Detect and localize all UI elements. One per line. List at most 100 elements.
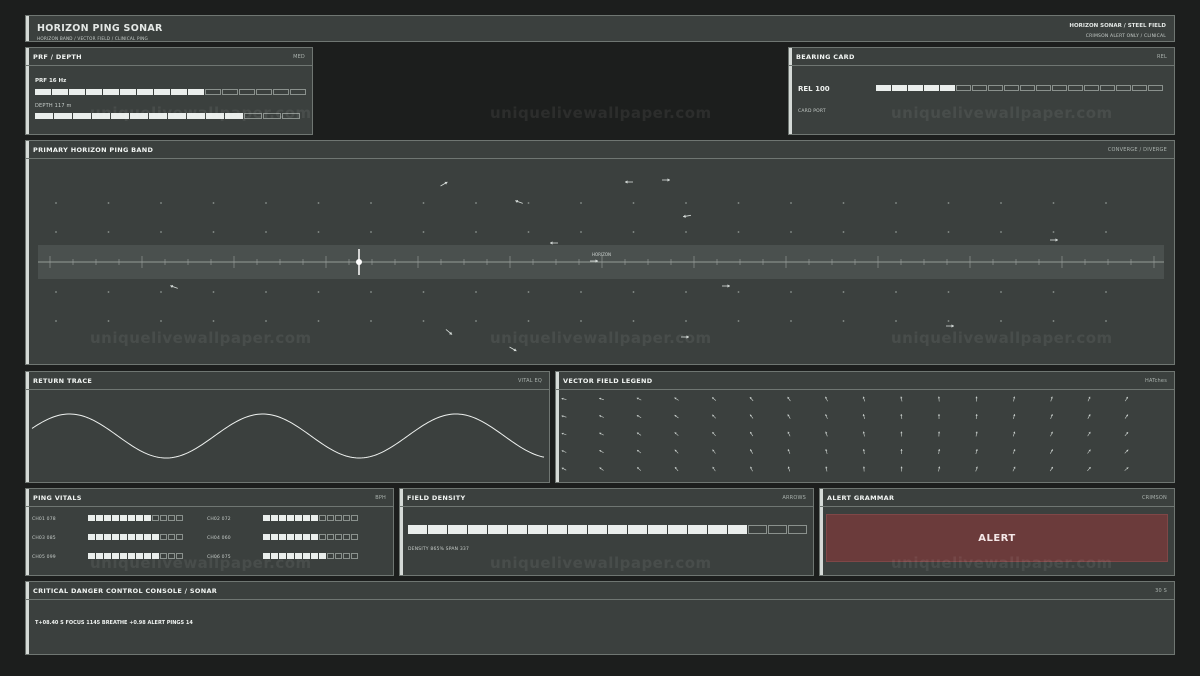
- meter-segment: [1084, 85, 1099, 91]
- alert-indicator[interactable]: ALERT: [826, 514, 1168, 562]
- field-dot: [895, 231, 897, 233]
- meter-segment: [160, 534, 167, 540]
- meter-segment: [263, 515, 270, 521]
- depth-meter: [35, 113, 300, 119]
- meter-segment: [103, 89, 119, 95]
- field-dot: [632, 291, 635, 293]
- field-arrow: [445, 329, 453, 335]
- field-dot: [947, 202, 950, 204]
- meter-segment: [327, 515, 334, 521]
- meter-segment: [149, 113, 167, 119]
- meter-segment: [295, 515, 302, 521]
- vector-glyph: [1124, 449, 1129, 454]
- meter-segment: [1148, 85, 1163, 91]
- meter-segment: [295, 553, 302, 559]
- meter-segment: [168, 113, 186, 119]
- vector-glyph-head: [1050, 431, 1053, 434]
- return-trace-title: RETURN TRACE: [33, 377, 93, 385]
- density-meter: [408, 525, 807, 534]
- vector-glyph-head: [975, 396, 978, 399]
- field-dot: [55, 291, 57, 293]
- field-arrow-head: [727, 284, 730, 288]
- field-arrow: [722, 284, 730, 288]
- vector-glyph-head: [937, 396, 941, 399]
- bearing-card-panel: BEARING CARD REL REL 100 CARD PORT: [788, 47, 1175, 135]
- vector-glyph: [1124, 431, 1129, 437]
- meter-segment: [279, 534, 286, 540]
- meter-segment: [256, 89, 272, 95]
- ping-cursor-dot: [356, 259, 362, 265]
- vector-glyph: [599, 415, 604, 418]
- field-arrow: [515, 199, 523, 204]
- prf-meter: [35, 89, 306, 95]
- vector-glyph-head: [900, 449, 903, 451]
- vector-glyph: [674, 432, 679, 436]
- field-dot: [1105, 202, 1107, 204]
- vector-glyph: [862, 448, 865, 455]
- vector-glyph: [1124, 467, 1129, 471]
- meter-segment: [1132, 85, 1147, 91]
- meter-segment: [130, 113, 148, 119]
- vector-glyph-head: [712, 466, 715, 469]
- meter-segment: [104, 553, 111, 559]
- meter-segment: [136, 553, 143, 559]
- field-arrow: [550, 241, 558, 245]
- vector-glyph: [636, 397, 642, 401]
- meter-segment: [111, 113, 129, 119]
- ping-vitals-tag: BPH: [375, 495, 386, 501]
- meter-segment: [287, 534, 294, 540]
- field-dot: [265, 202, 267, 204]
- field-dot: [370, 202, 372, 204]
- field-dot: [527, 231, 530, 233]
- meter-segment: [112, 534, 119, 540]
- vector-glyph: [825, 466, 828, 472]
- field-dot: [55, 202, 57, 204]
- field-dot: [580, 291, 582, 293]
- alert-grammar-panel: ALERT GRAMMAR CRIMSON ALERT: [819, 488, 1175, 576]
- field-dot: [212, 231, 215, 233]
- field-dot: [527, 320, 530, 322]
- meter-segment: [205, 89, 221, 95]
- vector-glyph-head: [900, 431, 903, 434]
- ping-vitals-header: PING VITALS BPH: [26, 489, 393, 507]
- meter-segment: [668, 525, 687, 534]
- field-dot: [1000, 231, 1002, 233]
- meter-segment: [287, 553, 294, 559]
- vector-legend-tag: HATches: [1145, 378, 1167, 384]
- field-dot: [107, 231, 110, 233]
- field-dot: [1052, 202, 1055, 204]
- field-arrow-head: [686, 335, 689, 339]
- meter-segment: [222, 89, 238, 95]
- field-dot: [790, 291, 792, 293]
- meter-segment: [1068, 85, 1083, 91]
- field-dot: [1000, 202, 1002, 204]
- meter-segment: [768, 525, 787, 534]
- field-dot: [55, 231, 57, 233]
- meter-segment: [168, 553, 175, 559]
- vector-glyph-head: [599, 415, 602, 418]
- vector-glyph-head: [862, 449, 865, 451]
- field-arrow-head: [951, 324, 954, 328]
- meter-segment: [343, 553, 350, 559]
- vector-glyph: [712, 414, 716, 419]
- meter-segment: [728, 525, 747, 534]
- meter-segment: [144, 553, 151, 559]
- meter-segment: [351, 534, 358, 540]
- field-dot: [737, 291, 740, 293]
- vector-glyph: [1013, 396, 1016, 402]
- field-dot: [685, 202, 687, 204]
- meter-segment: [120, 89, 136, 95]
- vector-glyph: [636, 414, 642, 419]
- vector-glyph: [749, 431, 754, 437]
- meter-segment: [351, 553, 358, 559]
- vector-glyph: [1087, 414, 1091, 419]
- vector-legend-title: VECTOR FIELD LEGEND: [563, 377, 653, 385]
- vector-glyph: [561, 397, 567, 400]
- meter-segment: [104, 534, 111, 540]
- vector-glyph-head: [636, 397, 639, 400]
- meter-segment: [956, 85, 971, 91]
- watermark: uniquelivewallpaper.com: [490, 104, 712, 122]
- vector-glyph: [862, 396, 866, 402]
- return-trace-plot: [31, 413, 545, 459]
- bearing-header: BEARING CARD REL: [789, 48, 1174, 66]
